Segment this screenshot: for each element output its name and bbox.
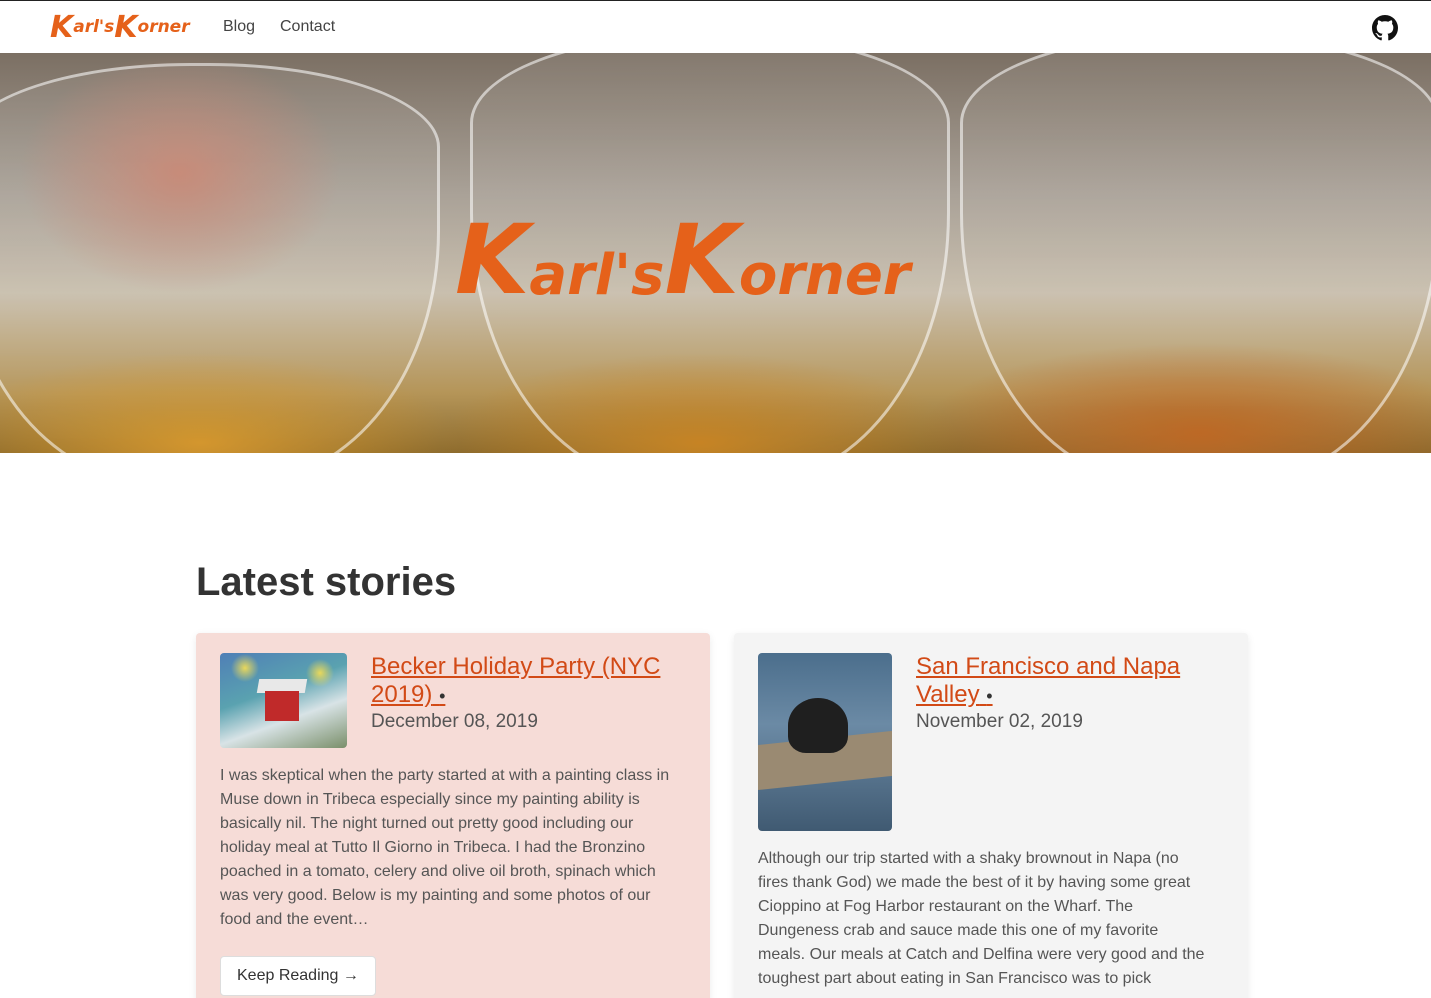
hero-banner: Karl's Korner — [0, 53, 1431, 453]
hero-glass-left — [0, 63, 440, 453]
top-navbar: Karl's Korner Blog Contact — [0, 0, 1431, 53]
hero-logo-k2: K — [664, 204, 739, 316]
story-card: San Francisco and Napa Valley • November… — [734, 633, 1248, 998]
github-icon[interactable] — [1372, 15, 1398, 41]
story-title-link[interactable]: Becker Holiday Party (NYC 2019) — [371, 653, 660, 708]
section-title: Latest stories — [196, 560, 457, 604]
brand-letter-k2: K — [114, 9, 138, 45]
hero-logo: Karl's Korner — [455, 198, 995, 308]
story-title-link[interactable]: San Francisco and Napa Valley — [916, 653, 1180, 708]
hero-logo-k1: K — [455, 204, 530, 316]
story-thumbnail[interactable] — [220, 653, 347, 748]
hero-glass-right — [960, 53, 1431, 453]
story-thumbnail[interactable] — [758, 653, 892, 831]
brand-logo[interactable]: Karl's Korner — [50, 9, 190, 45]
story-date: December 08, 2019 — [371, 711, 538, 732]
story-date: November 02, 2019 — [916, 711, 1083, 732]
title-separator: • — [986, 686, 993, 706]
nav-contact-link[interactable]: Contact — [280, 18, 335, 36]
hero-logo-karls: arl's — [529, 242, 665, 308]
keep-reading-button[interactable]: Keep Reading → — [220, 956, 376, 996]
brand-letter-k1: K — [50, 9, 74, 45]
brand-word-karls: arl's — [73, 17, 115, 37]
story-card: Becker Holiday Party (NYC 2019) • Decemb… — [196, 633, 710, 998]
story-excerpt: Although our trip started with a shaky b… — [758, 850, 1205, 987]
title-separator: • — [439, 686, 446, 706]
nav-blog-link[interactable]: Blog — [223, 18, 255, 36]
thumbnail-sea-lion — [788, 698, 848, 753]
brand-word-korner: orner — [137, 17, 190, 37]
thumbnail-house — [265, 691, 299, 721]
story-excerpt: I was skeptical when the party started a… — [220, 767, 670, 928]
hero-logo-korner: orner — [738, 242, 911, 308]
